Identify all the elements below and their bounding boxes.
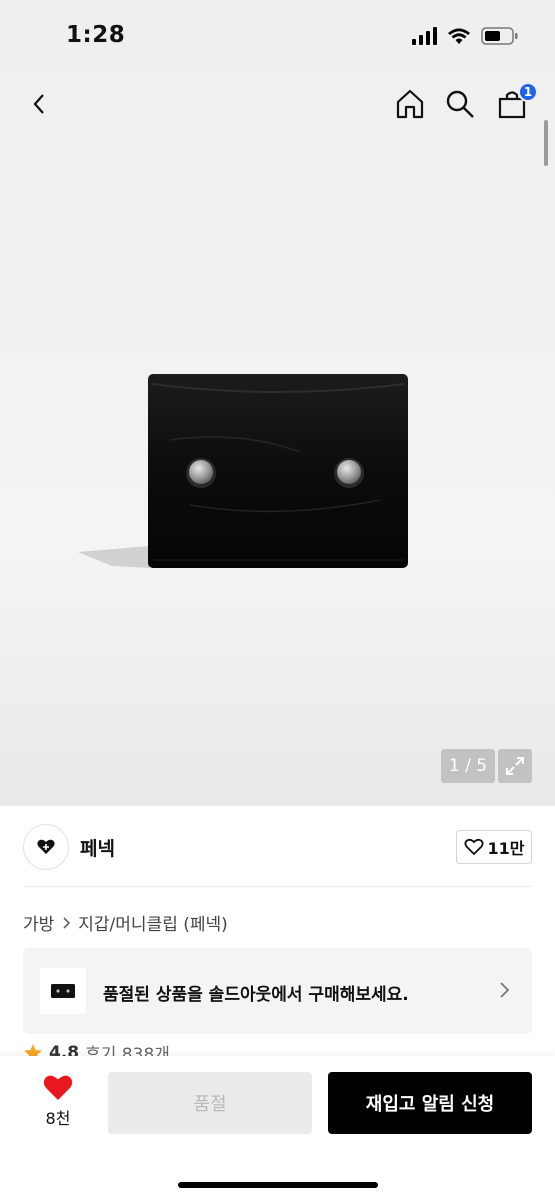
- battery-icon: [481, 27, 518, 45]
- wifi-icon: [448, 28, 470, 44]
- wishlist-count: 8천: [45, 1109, 71, 1128]
- chevron-right-icon: [500, 982, 510, 998]
- home-icon: [396, 89, 424, 119]
- chevron-right-icon: [63, 916, 71, 929]
- expand-icon: [506, 757, 524, 775]
- home-indicator: [178, 1182, 378, 1188]
- status-time: 1:28: [66, 22, 126, 48]
- search-icon: [446, 90, 474, 118]
- wishlist-button[interactable]: 8천: [36, 1074, 80, 1129]
- status-icons: [412, 26, 519, 46]
- heart-plus-logo-icon: [37, 839, 55, 854]
- top-nav: 1: [0, 70, 555, 140]
- expand-image-button[interactable]: [498, 749, 532, 783]
- brand-row[interactable]: 페넥 11만: [0, 806, 555, 886]
- heart-outline-icon: [463, 838, 484, 856]
- banner-thumbnail: [40, 968, 86, 1014]
- restock-alert-button[interactable]: 재입고 알림 신청: [328, 1072, 532, 1134]
- brand-like-button[interactable]: 11만: [456, 830, 532, 864]
- breadcrumb-item-subcategory[interactable]: 지갑/머니클립 (페넥): [78, 910, 228, 935]
- bottom-action-bar: 8천 품절 재입고 알림 신청: [0, 1056, 555, 1200]
- search-button[interactable]: [440, 84, 480, 124]
- divider: [23, 886, 532, 887]
- soldout-button: 품절: [108, 1072, 312, 1134]
- breadcrumb-item-category[interactable]: 가방: [23, 910, 54, 935]
- wallet-thumbnail-icon: [51, 984, 75, 998]
- brand-like-count: 11만: [487, 839, 525, 858]
- chevron-left-icon: [33, 94, 44, 114]
- back-button[interactable]: [20, 84, 60, 124]
- cart-button[interactable]: 1: [492, 82, 538, 124]
- image-counter: 1 / 5: [441, 749, 495, 783]
- heart-filled-icon: [43, 1075, 73, 1100]
- breadcrumb: 가방 지갑/머니클립 (페넥): [23, 910, 228, 935]
- brand-name[interactable]: 페넥: [80, 834, 115, 861]
- signal-icon: [412, 27, 437, 45]
- cart-badge: 1: [518, 82, 538, 102]
- brand-logo[interactable]: [23, 824, 69, 870]
- banner-text: 품절된 상품을 솔드아웃에서 구매해보세요.: [103, 985, 409, 1005]
- status-bar: 1:28: [0, 0, 555, 70]
- soldout-promo-banner[interactable]: 품절된 상품을 솔드아웃에서 구매해보세요.: [23, 948, 532, 1034]
- home-button[interactable]: [390, 84, 430, 124]
